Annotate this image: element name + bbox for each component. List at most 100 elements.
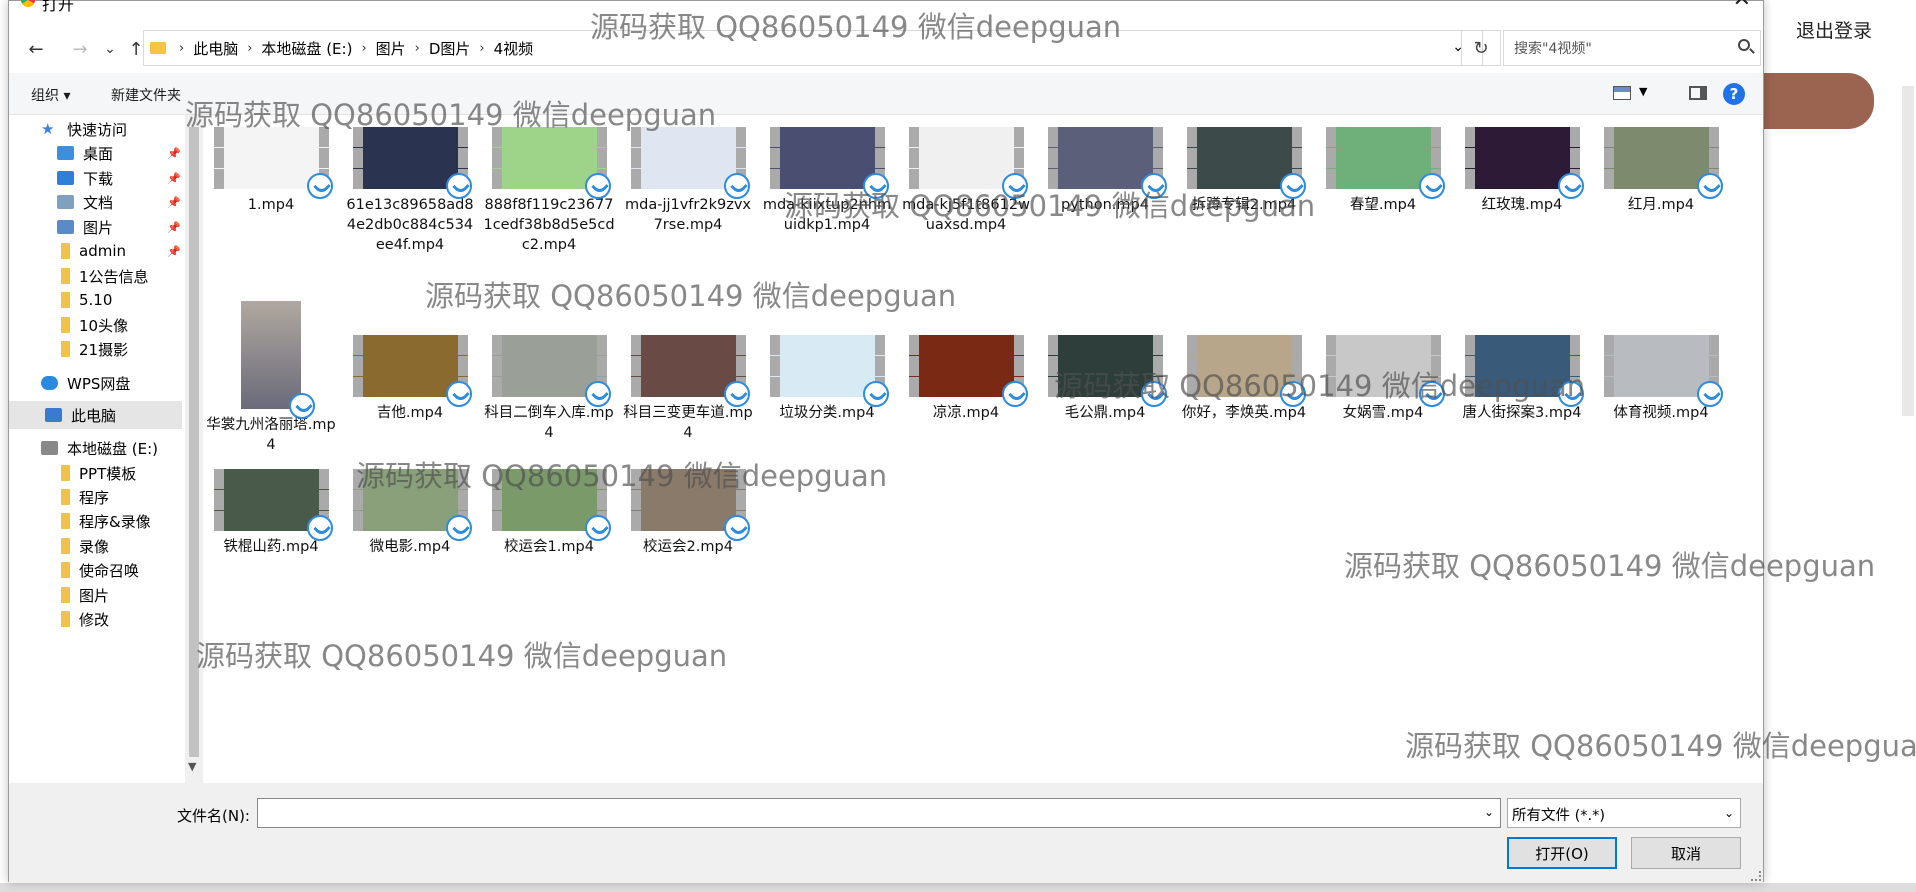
file-item[interactable]: 吉他.mp4 bbox=[344, 301, 476, 423]
open-button[interactable]: 打开(O) bbox=[1507, 837, 1617, 869]
breadcrumb-separator-icon[interactable]: › bbox=[415, 41, 420, 56]
background-scrollbar[interactable] bbox=[1902, 86, 1914, 416]
file-item[interactable]: mda-jj1vfr2k9zvx7rse.mp4 bbox=[622, 127, 754, 235]
cancel-button[interactable]: 取消 bbox=[1631, 837, 1741, 869]
back-arrow-icon[interactable]: ← bbox=[21, 35, 51, 63]
sidebar-item-label: 图片 bbox=[79, 586, 110, 605]
view-options-icon[interactable] bbox=[1613, 86, 1631, 100]
organize-menu[interactable]: 组织 ▾ bbox=[31, 85, 70, 105]
navigation-scrollbar[interactable]: ▼ bbox=[185, 115, 203, 783]
filename-input[interactable]: ⌄ bbox=[257, 798, 1501, 828]
file-item[interactable]: 你好，李焕英.mp4 bbox=[1178, 301, 1310, 423]
sidebar-item[interactable]: 文档 📌 bbox=[9, 188, 185, 216]
file-item[interactable]: 888f8f119c236771cedf38b8d5e5cdc2.mp4 bbox=[483, 127, 615, 255]
sidebar-item-label: admin bbox=[79, 242, 126, 260]
breadcrumb-separator-icon[interactable]: › bbox=[179, 41, 184, 56]
sidebar-item-label: 程序&录像 bbox=[79, 512, 151, 531]
video-thumbnail bbox=[769, 335, 889, 407]
search-icon[interactable] bbox=[1738, 39, 1750, 51]
pin-icon: 📌 bbox=[167, 244, 181, 258]
file-item[interactable]: 红月.mp4 bbox=[1595, 127, 1727, 215]
file-item[interactable]: mda-kiixtup2nhmuidkp1.mp4 bbox=[761, 127, 893, 235]
download-icon bbox=[57, 171, 74, 185]
scroll-down-icon[interactable]: ▼ bbox=[188, 760, 196, 773]
file-item[interactable]: 1.mp4 bbox=[205, 127, 337, 215]
file-item[interactable]: 微电影.mp4 bbox=[344, 469, 476, 557]
breadcrumb-item[interactable]: D图片 bbox=[429, 38, 471, 59]
breadcrumb-item[interactable]: 本地磁盘 (E:) bbox=[261, 38, 352, 59]
sidebar-item[interactable]: 修改 bbox=[9, 605, 185, 633]
file-item[interactable]: 凉凉.mp4 bbox=[900, 301, 1032, 423]
file-item[interactable]: 垃圾分类.mp4 bbox=[761, 301, 893, 423]
media-player-icon bbox=[862, 381, 889, 407]
file-item[interactable]: 春望.mp4 bbox=[1317, 127, 1449, 215]
filetype-select[interactable]: 所有文件 (*.*) ⌄ bbox=[1507, 798, 1741, 828]
video-thumbnail bbox=[1603, 335, 1723, 407]
file-item[interactable]: 61e13c89658ad84e2db0c884c534ee4f.mp4 bbox=[344, 127, 476, 255]
file-item[interactable]: 科目三变更车道.mp4 bbox=[622, 301, 754, 443]
pin-icon: 📌 bbox=[167, 171, 181, 185]
sidebar-item-label: 下载 bbox=[83, 169, 114, 188]
file-item[interactable]: 拆蹲专辑2.mp4 bbox=[1178, 127, 1310, 215]
file-item[interactable]: 体育视频.mp4 bbox=[1595, 301, 1727, 423]
folder-icon bbox=[61, 465, 70, 481]
video-thumbnail bbox=[491, 469, 611, 541]
refresh-icon[interactable]: ↻ bbox=[1461, 30, 1501, 66]
media-player-icon bbox=[1279, 381, 1306, 407]
sidebar-item[interactable]: 21摄影 bbox=[9, 335, 185, 363]
breadcrumb-item[interactable]: 图片 bbox=[376, 38, 406, 59]
sidebar-item-label: 修改 bbox=[79, 610, 110, 629]
breadcrumb-separator-icon[interactable]: › bbox=[361, 41, 366, 56]
breadcrumb-item[interactable]: 此电脑 bbox=[193, 38, 238, 59]
sidebar-item[interactable]: 桌面 📌 bbox=[9, 139, 185, 167]
file-item[interactable]: 红玫瑰.mp4 bbox=[1456, 127, 1588, 215]
file-item[interactable]: python.mp4 bbox=[1039, 127, 1171, 215]
sidebar-item[interactable]: 程序&录像 bbox=[9, 507, 185, 535]
folder-icon bbox=[61, 587, 70, 603]
file-item[interactable]: 校运会1.mp4 bbox=[483, 469, 615, 557]
file-item[interactable]: mda-kj5f1t8612wuaxsd.mp4 bbox=[900, 127, 1032, 235]
new-folder-button[interactable]: 新建文件夹 bbox=[111, 85, 181, 105]
file-item[interactable]: 校运会2.mp4 bbox=[622, 469, 754, 557]
filetype-dropdown-icon[interactable]: ⌄ bbox=[1724, 806, 1734, 820]
search-input[interactable]: 搜索"4视频" bbox=[1503, 30, 1761, 66]
file-item[interactable]: 铁棍山药.mp4 bbox=[205, 469, 337, 557]
media-player-icon bbox=[1557, 173, 1584, 199]
logout-link[interactable]: 退出登录 bbox=[1796, 16, 1872, 43]
breadcrumb-item[interactable]: 4视频 bbox=[494, 38, 534, 59]
folder-icon bbox=[61, 489, 70, 505]
media-player-icon bbox=[445, 173, 472, 199]
breadcrumb-separator-icon[interactable]: › bbox=[247, 41, 252, 56]
sidebar-item[interactable]: 5.10 bbox=[9, 286, 185, 314]
sidebar-item[interactable]: admin 📌 bbox=[9, 237, 185, 265]
file-item[interactable]: 唐人街探案3.mp4 bbox=[1456, 301, 1588, 423]
search-placeholder: 搜索"4视频" bbox=[1514, 41, 1592, 57]
address-bar[interactable]: › 此电脑 › 本地磁盘 (E:) › 图片 › D图片 › 4视频 ⌄ bbox=[143, 30, 1483, 66]
close-icon[interactable]: ✕ bbox=[1733, 0, 1751, 12]
folder-icon bbox=[61, 317, 70, 333]
resize-grip-icon[interactable] bbox=[1751, 871, 1761, 881]
sidebar-item[interactable]: 此电脑 bbox=[9, 401, 182, 429]
star-icon: ★ bbox=[41, 120, 55, 138]
media-player-icon bbox=[289, 393, 315, 419]
file-item[interactable]: 毛公鼎.mp4 bbox=[1039, 301, 1171, 423]
video-thumbnail bbox=[769, 127, 889, 199]
video-thumbnail bbox=[908, 127, 1028, 199]
help-icon[interactable]: ? bbox=[1723, 83, 1745, 105]
breadcrumb-separator-icon[interactable]: › bbox=[479, 41, 484, 56]
video-thumbnail bbox=[1603, 127, 1723, 199]
file-item[interactable]: 科目二倒车入库.mp4 bbox=[483, 301, 615, 443]
view-dropdown-icon[interactable]: ▼ bbox=[1639, 85, 1647, 98]
scroll-thumb[interactable] bbox=[189, 127, 199, 757]
file-item[interactable]: 女娲雪.mp4 bbox=[1317, 301, 1449, 423]
forward-arrow-icon[interactable]: → bbox=[65, 35, 95, 63]
pin-icon: 📌 bbox=[167, 220, 181, 234]
file-item[interactable]: 华裳九州洛丽塔.mp4 bbox=[205, 301, 337, 455]
sidebar-item[interactable]: 本地磁盘 (E:) bbox=[9, 434, 185, 462]
desktop-icon bbox=[57, 146, 74, 160]
sidebar-item[interactable]: WPS网盘 bbox=[9, 369, 185, 397]
filename-dropdown-icon[interactable]: ⌄ bbox=[1484, 805, 1494, 819]
preview-pane-icon[interactable] bbox=[1689, 86, 1707, 100]
media-player-icon bbox=[723, 515, 750, 541]
sidebar-item[interactable]: 使命召唤 bbox=[9, 556, 185, 584]
